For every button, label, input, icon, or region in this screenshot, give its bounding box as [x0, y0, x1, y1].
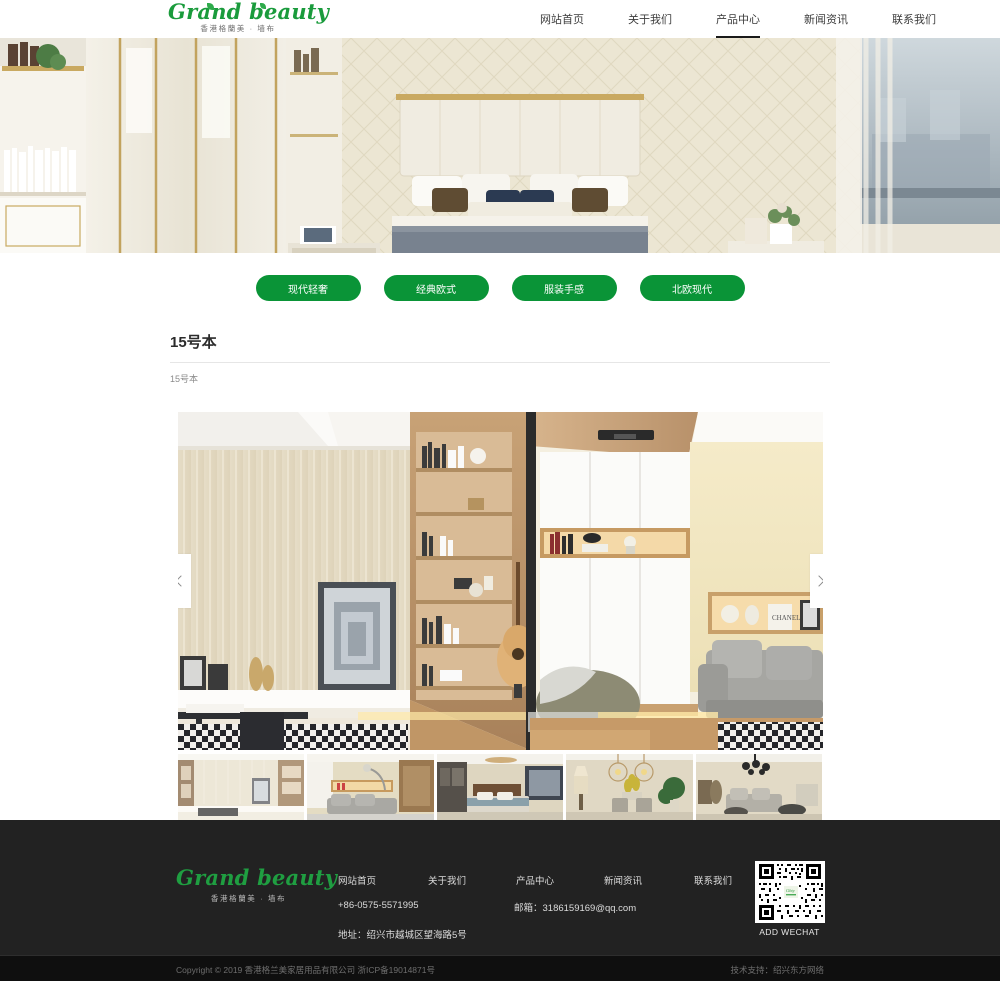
interior-scene-image: CHANEL — [177, 412, 823, 750]
qr-code: Gbty — [754, 861, 825, 923]
thumbnail-image — [307, 754, 434, 822]
footer-email: 邮箱：3186159169@qq.com — [514, 903, 637, 914]
footer-logo-subtitle: 香港格蘭美 · 墙布 — [210, 894, 287, 903]
copyright-text: Copyright © 2019 香港格兰美家居用品有限公司 浙ICP备1901… — [176, 965, 435, 975]
thumbnail-image — [436, 754, 564, 822]
page-header-block: 15号本 15号本 — [170, 323, 830, 385]
gallery-thumbnail[interactable] — [695, 754, 823, 822]
logo-text: Grand beauty — [168, 0, 330, 24]
copyright-bar: Copyright © 2019 香港格兰美家居用品有限公司 浙ICP备1901… — [0, 955, 1000, 981]
gallery-thumbnail[interactable] — [566, 754, 693, 822]
nav-item-contact[interactable]: 联系我们 — [892, 0, 936, 38]
gallery-thumbnail[interactable] — [177, 754, 305, 822]
gallery-next-button[interactable] — [809, 554, 823, 608]
gallery-thumbnail[interactable] — [436, 754, 564, 822]
category-filter-row: 现代轻奢 经典欧式 服装手感 北欧现代 — [0, 253, 1000, 323]
leaf-icon — [207, 3, 214, 10]
footer-contact-block: +86-0575-5571995 地址：绍兴市越城区望海路5号 — [338, 900, 467, 941]
footer-navigation: 网站首页 关于我们 产品中心 新闻资讯 联系我们 — [338, 873, 732, 887]
footer-nav-home[interactable]: 网站首页 — [338, 873, 428, 887]
leaf-icon — [260, 3, 266, 9]
tech-support-text[interactable]: 技术支持：绍兴东方网络 — [730, 964, 824, 976]
qr-code-label: ADD WECHAT — [759, 927, 820, 937]
breadcrumb: 15号本 — [170, 374, 199, 384]
category-button-modern-luxury[interactable]: 现代轻奢 — [255, 275, 361, 301]
gallery-main-image[interactable]: CHANEL — [177, 412, 823, 750]
thumbnail-image — [566, 754, 693, 822]
main-navigation: 网站首页 关于我们 产品中心 新闻资讯 联系我们 — [540, 0, 936, 38]
hero-banner — [0, 38, 1000, 253]
gallery-prev-button[interactable] — [177, 554, 191, 608]
hero-image — [0, 38, 1000, 253]
page-title: 15号本 — [170, 334, 217, 351]
product-gallery: CHANEL — [177, 412, 823, 822]
footer-logo-text: Grand beauty — [176, 865, 338, 890]
footer-phone: +86-0575-5571995 — [338, 900, 419, 911]
footer-nav-contact[interactable]: 联系我们 — [694, 873, 732, 887]
footer-address: 地址：绍兴市越城区望海路5号 — [338, 930, 467, 941]
nav-item-products[interactable]: 产品中心 — [716, 0, 760, 38]
footer-nav-news[interactable]: 新闻资讯 — [604, 873, 694, 887]
gallery-thumbnail-strip — [177, 754, 823, 822]
nav-item-home[interactable]: 网站首页 — [540, 0, 584, 38]
thumbnail-image — [695, 754, 823, 822]
thumbnail-image — [177, 754, 305, 822]
category-button-nordic-modern[interactable]: 北欧现代 — [639, 275, 745, 301]
footer-nav-about[interactable]: 关于我们 — [428, 873, 516, 887]
logo-subtitle: 香港格蘭美 · 墙布 — [200, 24, 276, 33]
svg-text:CHANEL: CHANEL — [772, 614, 800, 622]
category-button-classic-european[interactable]: 经典欧式 — [383, 275, 489, 301]
site-header: Grand beauty 香港格蘭美 · 墙布 网站首页 关于我们 产品中心 新… — [0, 0, 1000, 38]
svg-text:Gbty: Gbty — [786, 888, 795, 893]
chevron-left-icon — [177, 575, 187, 587]
site-footer: Grand beauty 香港格蘭美 · 墙布 网站首页 关于我们 产品中心 新… — [0, 820, 1000, 955]
gallery-thumbnail[interactable] — [307, 754, 434, 822]
nav-item-about[interactable]: 关于我们 — [628, 0, 672, 38]
category-button-fabric-touch[interactable]: 服装手感 — [511, 275, 617, 301]
wechat-qr-block: Gbty ADD WECHAT — [752, 861, 827, 937]
chevron-right-icon — [813, 575, 823, 587]
footer-nav-products[interactable]: 产品中心 — [516, 873, 604, 887]
qr-code-image: Gbty — [754, 861, 825, 923]
site-logo[interactable]: Grand beauty 香港格蘭美 · 墙布 — [168, 0, 330, 33]
nav-item-news[interactable]: 新闻资讯 — [804, 0, 848, 38]
footer-logo[interactable]: Grand beauty 香港格蘭美 · 墙布 — [176, 865, 338, 904]
